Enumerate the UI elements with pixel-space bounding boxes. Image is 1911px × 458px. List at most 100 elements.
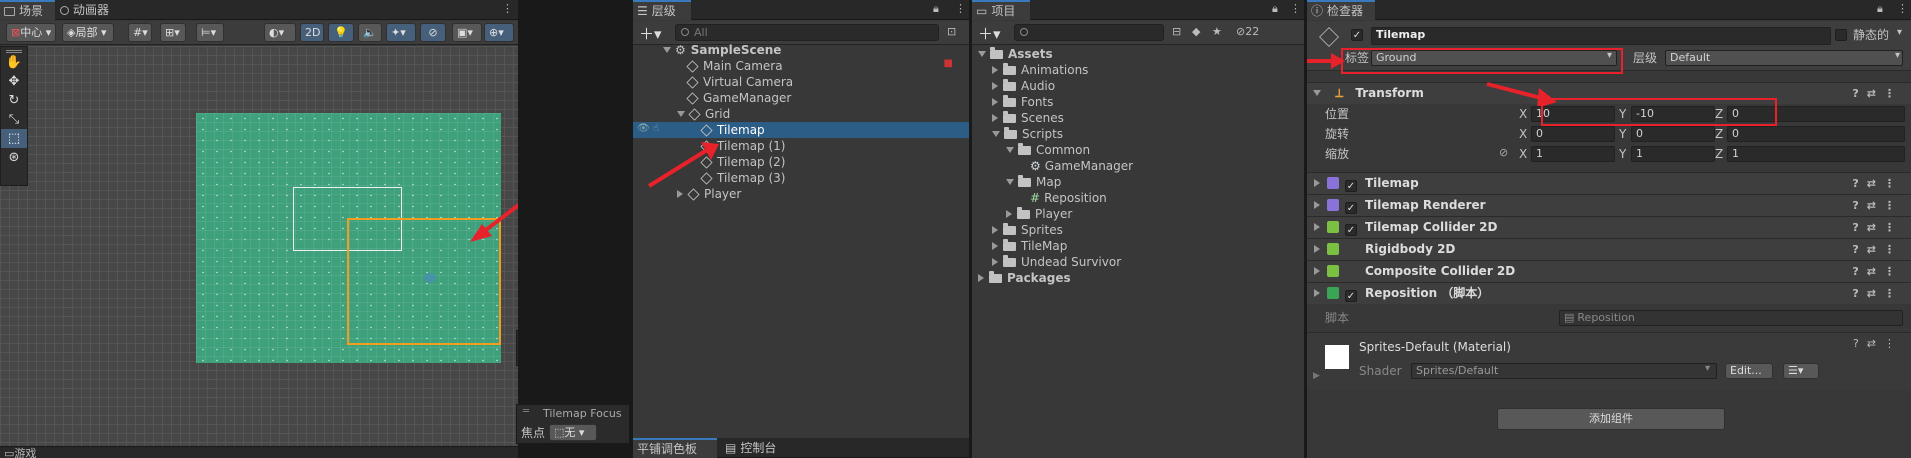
lock-icon[interactable]: 🔒︎ xyxy=(1877,2,1883,16)
component-header-buttons[interactable]: ?⇄⋮ xyxy=(1852,173,1903,194)
collapse-icon[interactable] xyxy=(677,111,685,117)
expand-icon[interactable] xyxy=(1314,201,1320,209)
expand-icon[interactable] xyxy=(1006,210,1012,218)
expand-icon[interactable] xyxy=(1314,289,1320,297)
expand-icon[interactable] xyxy=(992,66,998,74)
visibility-toggle[interactable]: ⊘ xyxy=(420,23,446,42)
audio-toggle[interactable]: 🔈 xyxy=(358,23,382,42)
constrain-proportions-icon[interactable]: ⊘ xyxy=(1499,146,1508,159)
expand-icon[interactable] xyxy=(1314,267,1320,275)
enabled-checkbox[interactable]: ✓ xyxy=(1345,180,1357,192)
project-item[interactable]: ⚙ GameManager xyxy=(972,158,1304,174)
component-header-buttons[interactable]: ?⇄⋮ xyxy=(1852,83,1903,104)
collapse-icon[interactable] xyxy=(663,47,671,53)
tab-game[interactable]: ▭游戏 xyxy=(4,445,36,458)
tab-animator[interactable]: 动画器 xyxy=(56,0,117,20)
space-toggle[interactable]: ◈局部 ▾ xyxy=(62,23,114,42)
enabled-checkbox[interactable]: ✓ xyxy=(1345,202,1357,214)
project-item[interactable]: TileMap xyxy=(972,238,1304,254)
active-checkbox[interactable]: ✓ xyxy=(1351,29,1363,41)
rotate-tool-icon[interactable]: ↻ xyxy=(1,91,27,110)
component-header[interactable]: ✓ Reposition （脚本） ?⇄⋮ xyxy=(1307,282,1911,304)
shading-mode-button[interactable]: ◐▾ xyxy=(264,23,296,42)
rotation-z-field[interactable]: 0 xyxy=(1727,126,1905,142)
expand-icon[interactable] xyxy=(1314,223,1320,231)
tab-project[interactable]: ▭ 项目 xyxy=(972,0,1030,20)
project-item[interactable]: Scripts xyxy=(972,126,1304,142)
collapse-icon[interactable] xyxy=(978,51,986,57)
collapse-icon[interactable] xyxy=(1006,179,1014,185)
component-header[interactable]: ✓ Tilemap Collider 2D ?⇄⋮ xyxy=(1307,216,1911,238)
hand-tool-icon[interactable]: ✋ xyxy=(1,53,27,72)
expand-icon[interactable] xyxy=(992,82,998,90)
material-expand-icon[interactable]: ▶ xyxy=(1313,371,1320,381)
expand-icon[interactable] xyxy=(992,98,998,106)
search-by-label-icon[interactable]: ◆ xyxy=(1192,25,1200,38)
hierarchy-item[interactable]: Grid xyxy=(633,106,969,122)
create-button[interactable]: ＋▾ xyxy=(978,23,1001,44)
component-header-buttons[interactable]: ?⇄⋮ xyxy=(1852,217,1903,238)
hierarchy-item[interactable]: Virtual Camera xyxy=(633,74,969,90)
tab-console[interactable]: ▤ 控制台 xyxy=(721,438,784,458)
layer-dropdown[interactable]: Default xyxy=(1665,50,1903,66)
scale-y-field[interactable]: 1 xyxy=(1631,146,1715,162)
tab-inspector[interactable]: ⓘ 检查器 xyxy=(1307,0,1375,20)
edit-shader-button[interactable]: Edit... xyxy=(1725,363,1773,379)
mode-2d-toggle[interactable]: 2D xyxy=(300,23,324,42)
hierarchy-item[interactable]: Main Camera xyxy=(633,58,969,74)
hierarchy-item[interactable]: GameManager xyxy=(633,90,969,106)
add-component-button[interactable]: 添加组件 xyxy=(1497,408,1725,430)
lock-icon[interactable]: 🔒︎ xyxy=(933,2,939,16)
hierarchy-item[interactable]: ⚙ SampleScene xyxy=(633,42,969,58)
move-tool-icon[interactable]: ✥ xyxy=(1,72,27,91)
grid-snap-button[interactable]: #▾ xyxy=(128,23,152,42)
tab-scene[interactable]: 场景 xyxy=(0,0,55,20)
expand-icon[interactable] xyxy=(677,190,683,198)
project-item[interactable]: Map xyxy=(972,174,1304,190)
project-item[interactable]: Assets xyxy=(972,46,1304,62)
expand-icon[interactable] xyxy=(992,242,998,250)
project-item[interactable]: Scenes xyxy=(972,110,1304,126)
ruler-button[interactable]: ⊨▾ xyxy=(196,23,224,42)
project-item[interactable]: Audio xyxy=(972,78,1304,94)
enabled-checkbox[interactable]: ✓ xyxy=(1345,224,1357,236)
more-menu-icon[interactable]: ⋮ xyxy=(1897,2,1908,15)
transform-tool-icon[interactable]: ⊛ xyxy=(1,148,27,167)
hierarchy-item[interactable]: Tilemap xyxy=(633,122,969,138)
expand-icon[interactable] xyxy=(1314,245,1320,253)
project-item[interactable]: # Reposition xyxy=(972,190,1304,206)
object-name-field[interactable]: Tilemap xyxy=(1371,27,1831,45)
pivot-toggle[interactable]: ⊠中心 ▾ xyxy=(6,23,56,42)
project-item[interactable]: Packages xyxy=(972,270,1304,286)
project-item[interactable]: Fonts xyxy=(972,94,1304,110)
material-header-buttons[interactable]: ?⇄⋮ xyxy=(1853,337,1903,350)
expand-icon[interactable] xyxy=(1314,179,1320,187)
scale-x-field[interactable]: 1 xyxy=(1531,146,1615,162)
pivot-handle-icon[interactable] xyxy=(424,273,436,283)
rotation-y-field[interactable]: 0 xyxy=(1631,126,1715,142)
focus-dropdown[interactable]: ⬚无 ▾ xyxy=(549,424,597,441)
project-item[interactable]: Animations xyxy=(972,62,1304,78)
expand-icon[interactable] xyxy=(1313,90,1321,96)
search-by-type-icon[interactable]: ⊟ xyxy=(1172,25,1181,38)
project-item[interactable]: Undead Survivor xyxy=(972,254,1304,270)
collapse-icon[interactable] xyxy=(1006,147,1014,153)
component-header[interactable]: ✓ Tilemap Renderer ?⇄⋮ xyxy=(1307,194,1911,216)
expand-icon[interactable] xyxy=(978,274,984,282)
scale-tool-icon[interactable]: ⤡ xyxy=(1,110,27,129)
expand-icon[interactable] xyxy=(992,258,998,266)
static-checkbox[interactable] xyxy=(1835,29,1847,41)
expand-icon[interactable] xyxy=(992,114,998,122)
component-header[interactable]: Rigidbody 2D ?⇄⋮ xyxy=(1307,238,1911,260)
save-search-icon[interactable]: ★ xyxy=(1212,25,1222,38)
component-header-buttons[interactable]: ?⇄⋮ xyxy=(1852,239,1903,260)
component-header[interactable]: Composite Collider 2D ?⇄⋮ xyxy=(1307,260,1911,282)
component-header[interactable]: ✓ Tilemap ?⇄⋮ xyxy=(1307,172,1911,194)
scene-viewport[interactable]: ✋ ✥ ↻ ⤡ ⬚ ⊛ xyxy=(0,46,518,446)
project-search-input[interactable] xyxy=(1014,24,1164,41)
scene-visibility-icon[interactable]: ⊡ xyxy=(947,25,956,38)
shader-options-button[interactable]: ☰▾ xyxy=(1783,363,1819,379)
create-button[interactable]: ＋▾ xyxy=(639,23,662,44)
project-item[interactable]: Common xyxy=(972,142,1304,158)
effects-toggle[interactable]: ✦▾ xyxy=(386,23,416,42)
